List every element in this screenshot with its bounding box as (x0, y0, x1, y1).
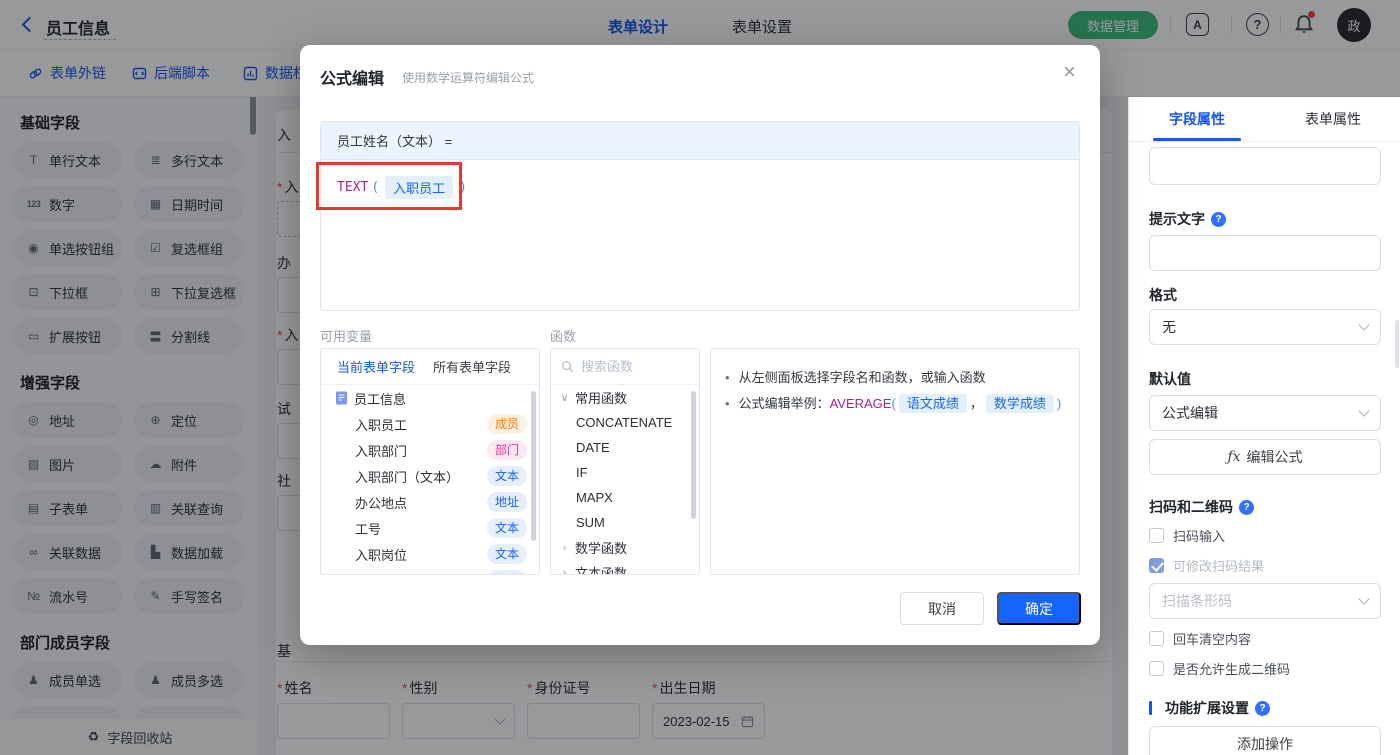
type-badge: 文本 (486, 544, 527, 564)
help-line-2: • 公式编辑举例：AVERAGE(语文成绩，数学成绩) (725, 394, 1062, 413)
functions-panel: ∨常用函数 CONCATENATE DATE IF MAPX SUM ›数学函数… (550, 348, 700, 575)
function-item[interactable]: MAPX (551, 485, 699, 510)
formula-editor-modal: 公式编辑 使用数学运算符编辑公式 × 员工姓名（文本） = TEXT(入职员工)… (300, 45, 1100, 645)
field-title-input[interactable] (1149, 147, 1381, 185)
tab-current-form-fields[interactable]: 当前表单字段 (337, 357, 415, 376)
variable-item[interactable]: 办公地点 地址 (321, 489, 539, 515)
barcode-select-disabled[interactable]: 扫描条形码 (1149, 583, 1381, 619)
formula-editor: 员工姓名（文本） = TEXT(入职员工) (320, 121, 1080, 311)
type-badge: 文本 (486, 518, 527, 538)
function-item[interactable]: IF (551, 460, 699, 485)
function-group-common[interactable]: ∨ 常用函数 (551, 385, 699, 410)
help-line-1: • 从左侧面板选择字段名和函数，或输入函数 (725, 370, 986, 385)
panel-scrollbar[interactable] (1395, 320, 1399, 368)
tab-field-properties[interactable]: 字段属性 (1129, 97, 1265, 141)
modal-title: 公式编辑 (320, 71, 385, 88)
edit-formula-button[interactable]: ƒx 编辑公式 (1149, 439, 1381, 475)
search-icon (562, 361, 574, 373)
modal-subtitle: 使用数学运算符编辑公式 (402, 71, 535, 85)
function-item[interactable]: CONCATENATE (551, 410, 699, 435)
function-item[interactable]: DATE (551, 435, 699, 460)
hint-text-label: 提示文字 ? (1149, 209, 1381, 229)
variable-item[interactable]: 入职员工 成员 (321, 411, 539, 437)
caret-right-icon: › (562, 541, 567, 554)
checkbox-unchecked[interactable] (1149, 528, 1164, 543)
field-chip: 语文成绩 (898, 394, 967, 413)
variable-item[interactable]: 入职岗位 文本 (321, 541, 539, 567)
formula-help-panel: • 从左侧面板选择字段名和函数，或输入函数 • 公式编辑举例：AVERAGE(语文成… (710, 348, 1080, 575)
type-badge: 文本 (486, 466, 527, 486)
caret-down-icon: ∨ (560, 392, 569, 404)
help-question-icon[interactable]: ? (1239, 499, 1254, 515)
search-function-input[interactable] (581, 359, 677, 374)
function-group-math[interactable]: › 数学函数 (551, 535, 699, 560)
confirm-button[interactable]: 确定 (997, 592, 1081, 625)
section-accent-bar (1149, 701, 1152, 715)
cancel-button[interactable]: 取消 (900, 592, 984, 625)
scan-section-label: 扫码和二维码 ? (1149, 497, 1381, 517)
variable-item-partial[interactable]: 文本 (321, 567, 539, 574)
hint-text-input[interactable] (1149, 235, 1381, 271)
variable-item[interactable]: 入职部门 部门 (321, 437, 539, 463)
properties-panel: 字段属性 表单属性 提示文字 ? 格式 无 默认值 公式编辑 ƒx 编辑公式 扫… (1128, 97, 1400, 755)
annotation-red-box (316, 162, 462, 210)
tab-all-form-fields[interactable]: 所有表单字段 (433, 357, 511, 376)
checkbox-unchecked[interactable] (1149, 661, 1164, 676)
chevron-down-icon (1358, 405, 1370, 417)
caret-right-icon: › (562, 566, 567, 575)
format-label: 格式 (1149, 287, 1177, 303)
function-item[interactable]: SUM (551, 510, 699, 535)
checkbox-unchecked[interactable] (1149, 631, 1164, 646)
add-action-button[interactable]: 添加操作 (1149, 726, 1381, 755)
chevron-down-icon (1358, 593, 1370, 605)
variable-item[interactable]: 工号 文本 (321, 515, 539, 541)
variables-label: 可用变量 (320, 329, 373, 344)
enter-clear-checkbox[interactable]: 回车清空内容 (1149, 629, 1381, 648)
type-badge: 成员 (486, 414, 527, 434)
close-icon[interactable]: × (1063, 61, 1076, 83)
field-chip: 数学成绩 (985, 394, 1054, 413)
extension-section-label: 功能扩展设置 ? (1149, 698, 1381, 718)
checkbox-checked-disabled[interactable] (1149, 558, 1164, 573)
function-search (551, 349, 699, 385)
tab-form-properties[interactable]: 表单属性 (1265, 97, 1400, 141)
help-question-icon[interactable]: ? (1255, 700, 1270, 716)
fx-icon: ƒx (1227, 449, 1241, 465)
functions-label: 函数 (550, 329, 577, 344)
variables-scrollbar[interactable] (531, 391, 536, 541)
scan-input-checkbox[interactable]: 扫码输入 (1149, 526, 1381, 545)
example-function: AVERAGE (829, 396, 892, 411)
form-doc-icon (336, 391, 347, 405)
default-value-select[interactable]: 公式编辑 (1149, 395, 1381, 431)
variables-tabs: 当前表单字段 所有表单字段 (321, 349, 539, 385)
chevron-down-icon (1358, 319, 1370, 331)
format-select[interactable]: 无 (1149, 309, 1381, 345)
variable-item[interactable]: 入职部门（文本） 文本 (321, 463, 539, 489)
type-badge: 文本 (486, 570, 527, 574)
functions-scrollbar[interactable] (691, 391, 696, 519)
modify-scan-result-checkbox[interactable]: 可修改扫码结果 (1149, 556, 1381, 575)
formula-target: 员工姓名（文本） = (321, 122, 1079, 160)
variables-panel: 当前表单字段 所有表单字段 员工信息 入职员工 成员 入职部门 部门 入职部门（文本… (320, 348, 540, 575)
default-value-label: 默认值 (1149, 371, 1191, 387)
type-badge: 部门 (486, 440, 527, 460)
properties-tabs: 字段属性 表单属性 (1129, 97, 1400, 142)
allow-qrcode-checkbox[interactable]: 是否允许生成二维码 (1149, 659, 1381, 678)
variables-root[interactable]: 员工信息 (321, 385, 539, 411)
help-question-icon[interactable]: ? (1211, 211, 1226, 227)
type-badge: 地址 (486, 492, 527, 512)
function-group-text[interactable]: › 文本函数 (551, 560, 699, 575)
